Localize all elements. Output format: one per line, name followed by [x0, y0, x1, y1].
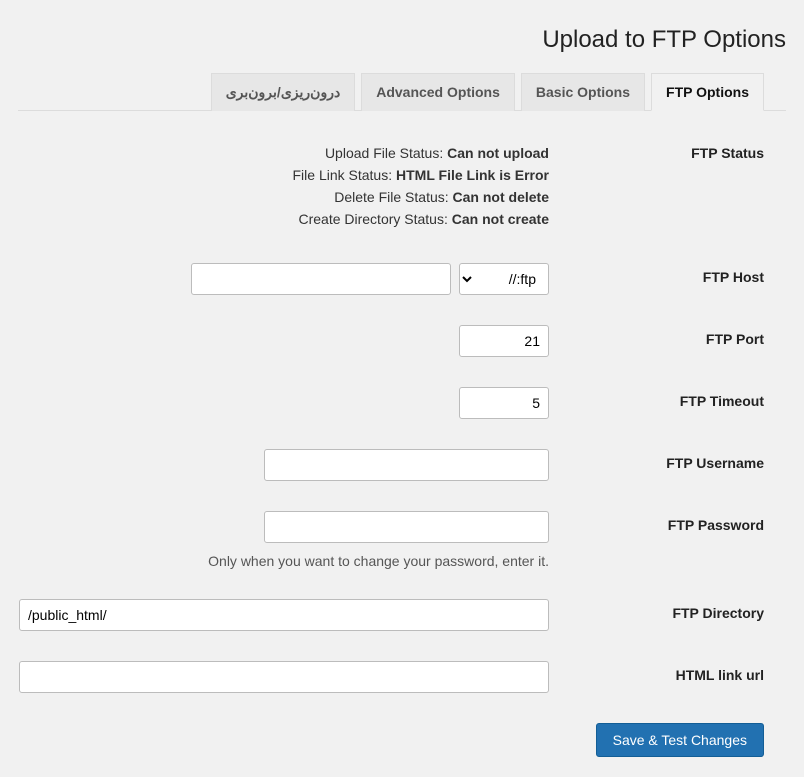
ftp-directory-input[interactable]: [19, 599, 549, 631]
save-test-button[interactable]: Save & Test Changes: [596, 723, 764, 757]
page-title: Upload to FTP Options: [40, 26, 786, 54]
panel-ftp-options: FTP Status Upload File Status: Can not u…: [18, 111, 786, 757]
html-link-url-input[interactable]: [19, 661, 549, 693]
ftp-username-input[interactable]: [264, 449, 549, 481]
label-ftp-password: FTP Password: [549, 511, 764, 533]
upload-status-value: Can not upload: [447, 145, 549, 161]
label-ftp-directory: FTP Directory: [549, 599, 764, 621]
dir-status-value: Can not create: [452, 211, 549, 227]
dir-status-label: Create Directory Status:: [298, 211, 451, 227]
password-hint: .Only when you want to change your passw…: [18, 553, 549, 569]
delete-status-value: Can not delete: [453, 189, 549, 205]
ftp-protocol-select[interactable]: ftp://: [459, 263, 549, 295]
label-ftp-port: FTP Port: [549, 325, 764, 347]
tab-basic-options[interactable]: Basic Options: [521, 73, 645, 111]
link-status-label: File Link Status:: [293, 167, 397, 183]
delete-status-label: Delete File Status:: [334, 189, 452, 205]
ftp-timeout-input[interactable]: [459, 387, 549, 419]
ftp-status-block: Upload File Status: Can not upload File …: [18, 139, 549, 233]
label-ftp-host: FTP Host: [549, 263, 764, 285]
tabs-bar: FTP Options Basic Options Advanced Optio…: [18, 72, 786, 111]
tab-advanced-options[interactable]: Advanced Options: [361, 73, 515, 111]
ftp-host-input[interactable]: [191, 263, 451, 295]
ftp-password-input[interactable]: [264, 511, 549, 543]
tab-import-export[interactable]: درون‌ریزی/برون‌بری: [211, 73, 356, 111]
ftp-port-input[interactable]: [459, 325, 549, 357]
tab-ftp-options[interactable]: FTP Options: [651, 73, 764, 111]
link-status-value: HTML File Link is Error: [396, 167, 549, 183]
upload-status-label: Upload File Status:: [325, 145, 447, 161]
label-ftp-timeout: FTP Timeout: [549, 387, 764, 409]
label-ftp-status: FTP Status: [549, 139, 764, 161]
label-html-link-url: HTML link url: [549, 661, 764, 683]
label-ftp-username: FTP Username: [549, 449, 764, 471]
